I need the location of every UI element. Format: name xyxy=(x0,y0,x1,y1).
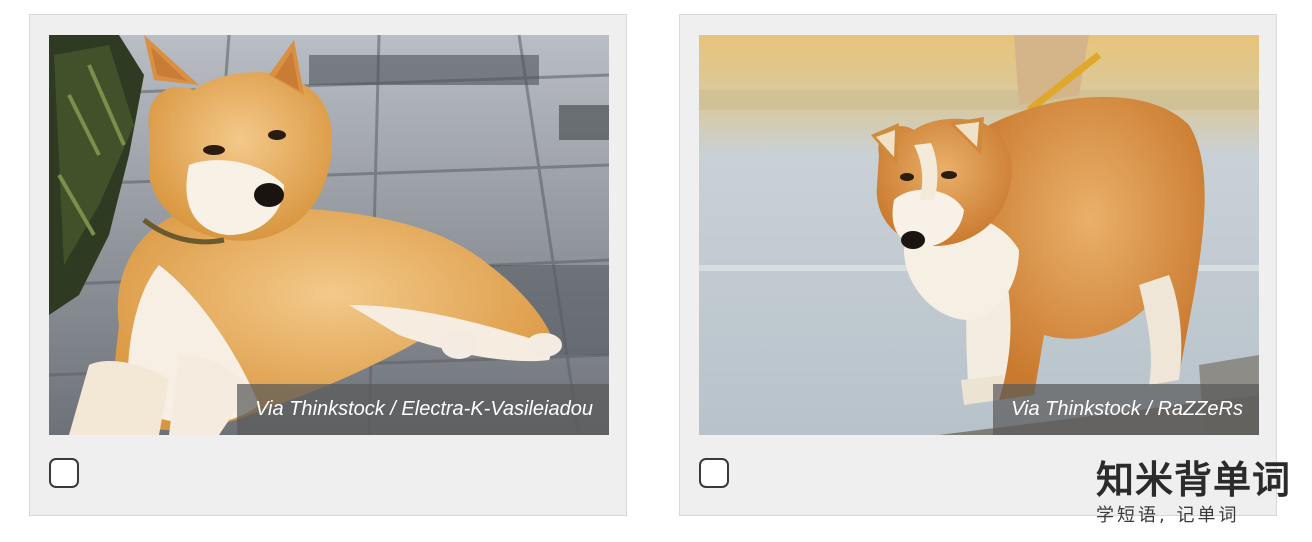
watermark-title: 知米背单词 xyxy=(1096,458,1292,502)
photo-credit: Via Thinkstock / RaZZeRs xyxy=(993,384,1259,435)
akita-image xyxy=(699,35,1259,435)
shiba-inu-photo[interactable]: Via Thinkstock / Electra-K-Vasileiadou xyxy=(49,35,609,435)
photo-credit: Via Thinkstock / Electra-K-Vasileiadou xyxy=(237,384,609,435)
option-checkbox[interactable] xyxy=(49,458,79,488)
shiba-inu-image xyxy=(49,35,609,435)
quiz-option-card-2[interactable]: Via Thinkstock / RaZZeRs xyxy=(679,14,1277,516)
quiz-option-card-1[interactable]: Via Thinkstock / Electra-K-Vasileiadou xyxy=(29,14,627,516)
option-checkbox[interactable] xyxy=(699,458,729,488)
akita-photo[interactable]: Via Thinkstock / RaZZeRs xyxy=(699,35,1259,435)
app-watermark: 知米背单词 学短语, 记单词 xyxy=(1096,458,1306,528)
watermark-subtitle: 学短语, 记单词 xyxy=(1096,505,1240,526)
